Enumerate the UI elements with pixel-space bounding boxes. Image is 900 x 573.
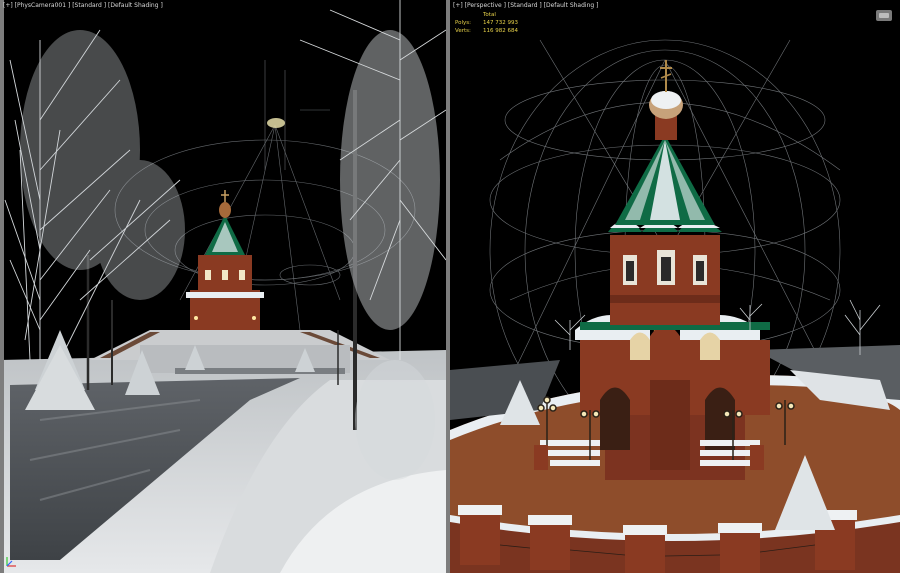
scene-statistics: Total Polys: 147 732 993 Verts: 116 982 … bbox=[455, 11, 518, 35]
axis-gizmo-icon bbox=[6, 557, 16, 567]
camera-render-scene bbox=[0, 0, 446, 573]
polys-value: 147 732 993 bbox=[483, 20, 518, 26]
3d-app-window: [+] [PhysCamera001 ] [Standard ] [Defaul… bbox=[0, 0, 900, 573]
viewport-label-camera[interactable]: [+] [PhysCamera001 ] [Standard ] [Defaul… bbox=[3, 2, 163, 9]
stats-header: Total bbox=[483, 12, 496, 18]
viewport-perspective[interactable]: [+] [Perspective ] [Standard ] [Default … bbox=[450, 0, 900, 573]
perspective-scene bbox=[450, 0, 900, 573]
verts-value: 116 982 684 bbox=[483, 28, 518, 34]
viewport-label-perspective[interactable]: [+] [Perspective ] [Standard ] [Default … bbox=[453, 2, 598, 9]
viewport-left-border bbox=[0, 0, 4, 573]
viewport-camera[interactable]: [+] [PhysCamera001 ] [Standard ] [Defaul… bbox=[0, 0, 446, 573]
verts-label: Verts: bbox=[455, 28, 471, 34]
polys-label: Polys: bbox=[455, 20, 471, 26]
viewport-navigation-icon[interactable] bbox=[876, 10, 892, 21]
